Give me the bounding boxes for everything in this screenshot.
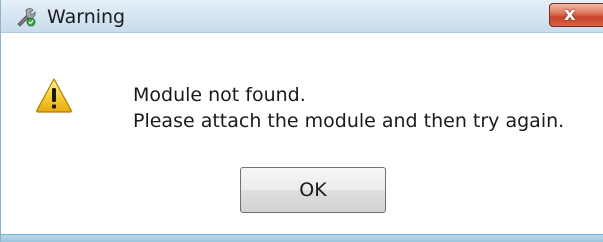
window-title: Warning bbox=[47, 6, 126, 28]
title-bar[interactable]: Warning x bbox=[1, 0, 603, 33]
close-icon: x bbox=[564, 4, 576, 25]
message-line-2: Please attach the module and then try ag… bbox=[133, 110, 565, 132]
window-bottom-border bbox=[1, 234, 603, 242]
app-wrench-icon bbox=[15, 6, 37, 28]
warning-dialog: Warning x Module not found. Please attac… bbox=[0, 0, 603, 242]
close-button[interactable]: x bbox=[549, 3, 603, 27]
message-line-1: Module not found. bbox=[133, 84, 306, 106]
warning-triangle-icon bbox=[35, 77, 73, 113]
ok-button[interactable]: OK bbox=[240, 167, 386, 213]
